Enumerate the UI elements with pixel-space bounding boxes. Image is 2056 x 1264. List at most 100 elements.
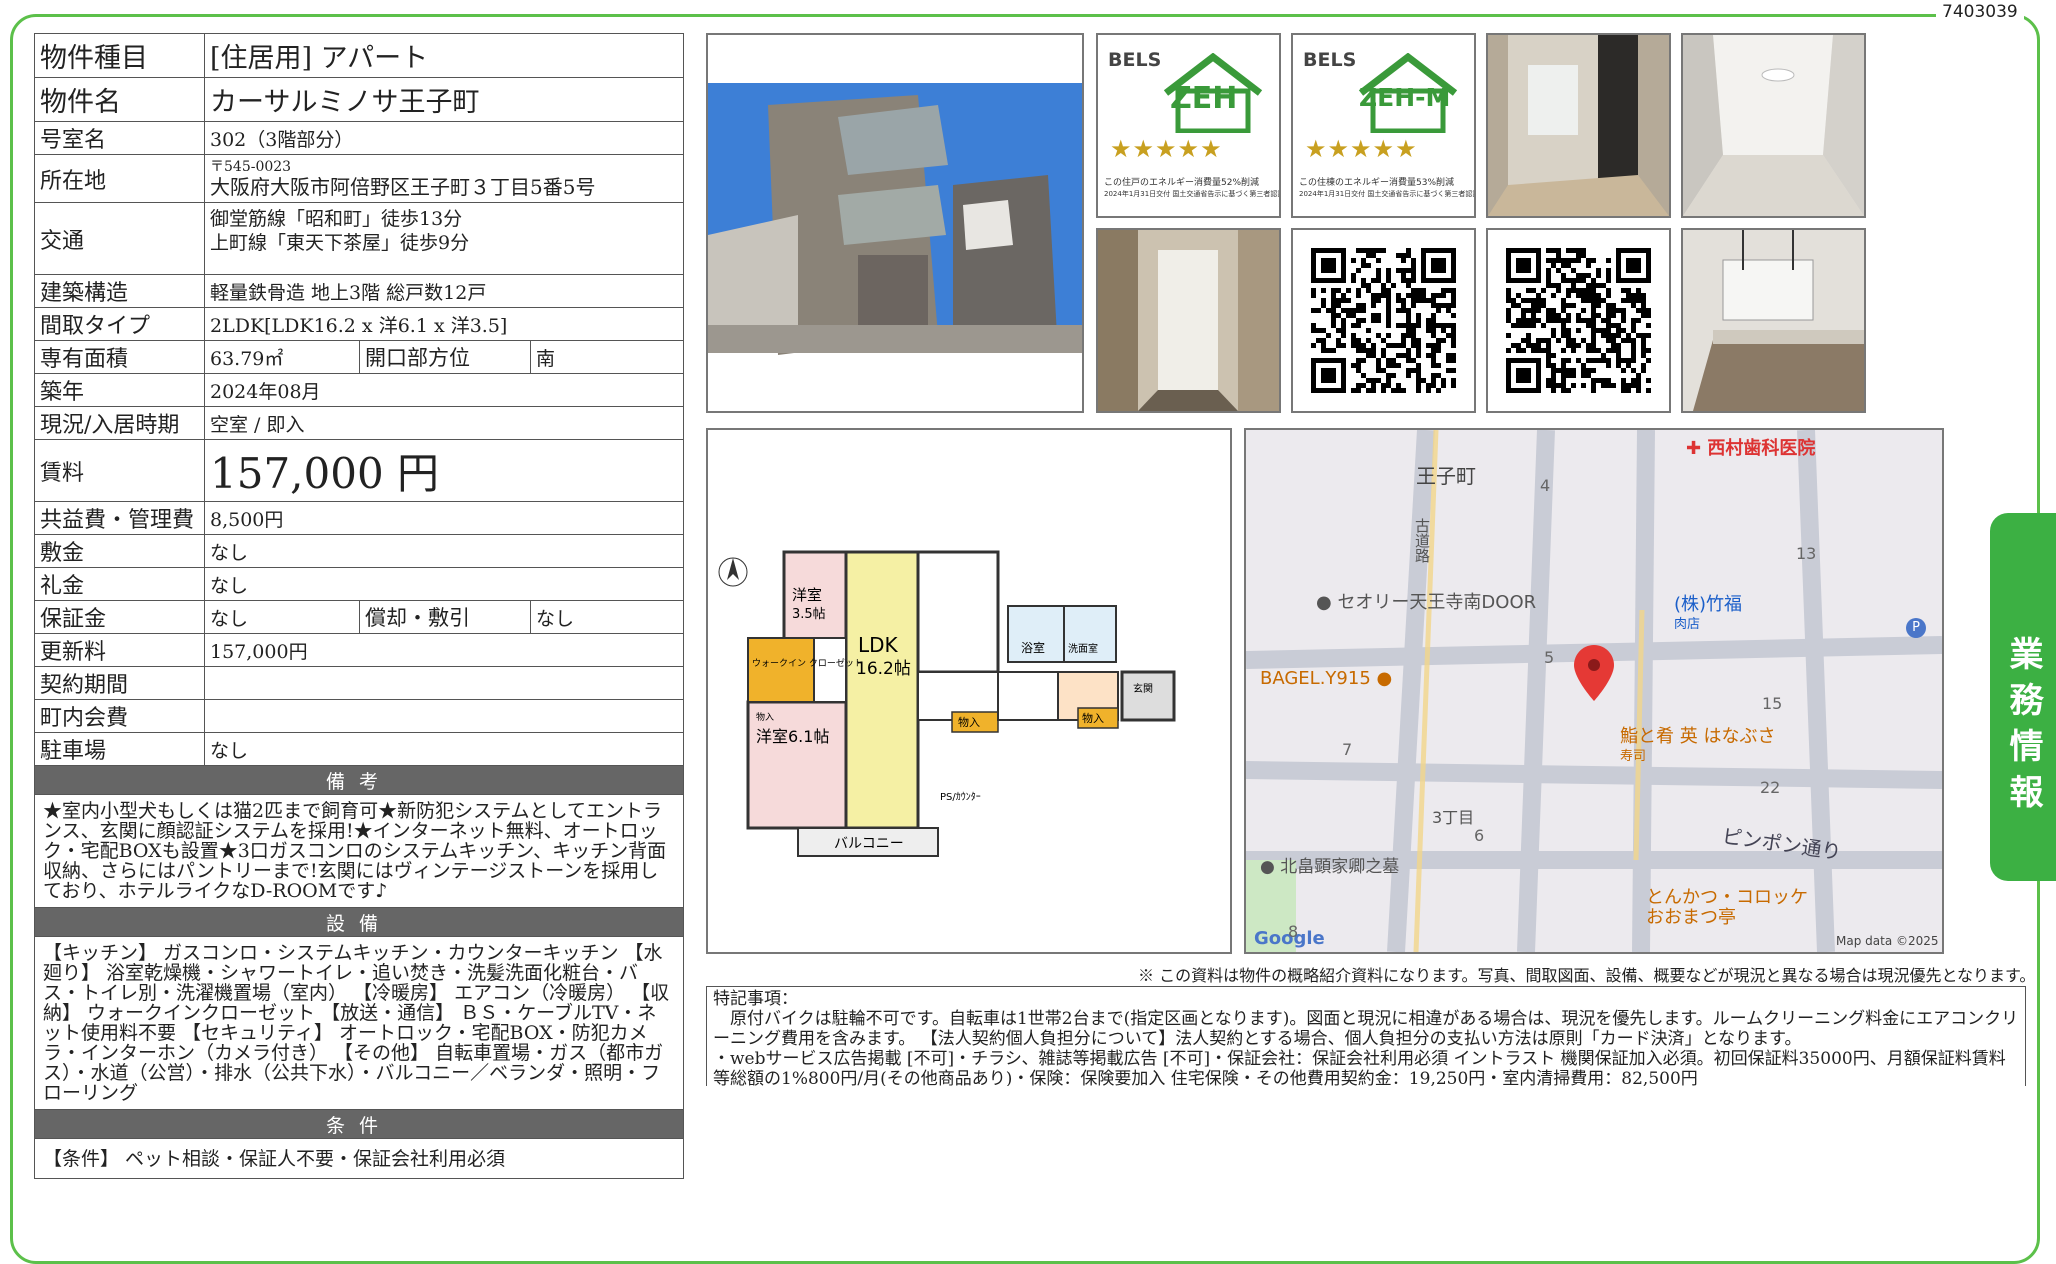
property-info-table: 物件種目 [住居用] アパート 物件名 カーサルミノサ王子町 号室名 302（3階部分…: [34, 33, 684, 1179]
map-block-number: 22: [1760, 778, 1781, 797]
map-block-number: 7: [1342, 740, 1353, 759]
value-area: 63.79㎡: [204, 340, 360, 374]
label-town-fee: 町内会費: [34, 699, 205, 733]
label-transit: 交通: [34, 202, 205, 275]
bels-zeh-m-label[interactable]: BELS ZEH-M ★★★★★ この住棟のエネルギー消費量53%削減 2024…: [1291, 33, 1476, 218]
kitchen-photo-image: [1683, 230, 1864, 411]
value-room: 302（3階部分）: [204, 121, 684, 155]
parking-icon: P: [1906, 618, 1926, 638]
special-notes: 特記事項： 原付バイクは駐輪不可です。自転車は1世帯2台まで(指定区画となります…: [706, 986, 2026, 1086]
map-data-credit: Map data ©2025: [1836, 934, 1939, 948]
equipment-text: 【キッチン】 ガスコンロ・システムキッチン・カウンターキッチン 【水廻り】 浴室…: [34, 936, 684, 1110]
label-fee: 共益費・管理費: [34, 501, 205, 535]
svg-text:洋室: 洋室: [792, 586, 822, 604]
interior-photo-room[interactable]: [1486, 33, 1671, 218]
svg-text:ウォークイン クローゼット: ウォークイン クローゼット: [752, 657, 863, 669]
svg-text:物入: 物入: [958, 715, 980, 729]
compass-icon: [718, 557, 748, 587]
value-fee: 8,500円: [204, 501, 684, 535]
map-label-takefuku: (株)竹福 肉店: [1674, 594, 1743, 633]
map-block-number: 6: [1474, 826, 1485, 845]
label-parking: 駐車場: [34, 732, 205, 766]
label-name: 物件名: [34, 77, 205, 122]
interior-photo-hallway[interactable]: [1096, 228, 1281, 413]
star-rating: ★★★★★: [1305, 135, 1418, 163]
map-label-kitajima: ● 北畠顕家卿之墓: [1260, 857, 1400, 877]
label-deposit: 敷金: [34, 534, 205, 568]
value-structure: 軽量鉄骨造 地上3階 総戸数12戸: [204, 274, 684, 308]
value-direction: 南: [530, 340, 684, 374]
label-status: 現況/入居時期: [34, 406, 205, 440]
building-exterior-photo[interactable]: [706, 33, 1084, 413]
value-parking: なし: [204, 732, 684, 766]
svg-text:バルコニー: バルコニー: [834, 836, 904, 852]
value-transit: 御堂筋線「昭和町」徒歩13分 上町線「東天下茶屋」徒歩9分: [204, 202, 684, 275]
side-tab-business-info[interactable]: 業務情報: [1990, 513, 2056, 881]
label-layout: 間取タイプ: [34, 307, 205, 341]
floor-plan[interactable]: 洋室 3.5帖 LDK 16.2帖 洋室6.1帖 ウォークイン クローゼット 浴…: [706, 428, 1232, 954]
value-status: 空室 / 即入: [204, 406, 684, 440]
notes-heading: 特記事項：: [713, 989, 798, 1009]
value-amortization: なし: [530, 600, 684, 634]
svg-text:玄関: 玄関: [1133, 682, 1153, 695]
label-contract: 契約期間: [34, 666, 205, 700]
svg-text:16.2帖: 16.2帖: [856, 659, 911, 679]
value-key-money: なし: [204, 567, 684, 601]
ceiling-photo-image: [1683, 35, 1864, 216]
qr-code-image: [1311, 248, 1456, 393]
svg-text:LDK: LDK: [858, 633, 899, 657]
label-rent: 賃料: [34, 439, 205, 502]
label-address: 所在地: [34, 154, 205, 203]
label-guarantee: 保証金: [34, 600, 205, 634]
value-built: 2024年08月: [204, 373, 684, 407]
value-rent: 157,000 円: [204, 439, 684, 502]
conditions-heading: 条件: [34, 1109, 684, 1139]
value-guarantee: なし: [204, 600, 360, 634]
conditions-text: 【条件】 ペット相談・保証人不要・保証会社利用必須: [34, 1138, 684, 1179]
bels-zeh-label[interactable]: BELS ZEH ★★★★★ この住戸のエネルギー消費量52%削減 2024年1…: [1096, 33, 1281, 218]
remarks-text: ★室内小型犬もしくは猫2匹まで飼育可★新防犯システムとしてエントランス、玄関に顔…: [34, 794, 684, 908]
equipment-heading: 設備: [34, 907, 684, 937]
map-block-number: 15: [1762, 694, 1783, 713]
qr-code-2[interactable]: [1486, 228, 1671, 413]
map-label-door: ● セオリー天王寺南DOOR: [1316, 592, 1537, 613]
interior-photo-ceiling[interactable]: [1681, 33, 1866, 218]
qr-code-1[interactable]: [1291, 228, 1476, 413]
value-contract: [204, 666, 684, 700]
map-label-tonkatsu: とんかつ・コロッケ おおまつ亭: [1646, 887, 1808, 928]
location-map[interactable]: ✚ 西村歯科医院 王子町 ● セオリー天王寺南DOOR (株)竹福 肉店 BAGE…: [1244, 428, 1944, 954]
label-key-money: 礼金: [34, 567, 205, 601]
label-direction: 開口部方位: [359, 340, 531, 374]
value-address: 〒545-0023 大阪府大阪市阿倍野区王子町３丁目5番5号: [204, 154, 684, 203]
value-deposit: なし: [204, 534, 684, 568]
label-amortization: 償却・敷引: [359, 600, 531, 634]
qr-code-image: [1506, 248, 1651, 393]
label-structure: 建築構造: [34, 274, 205, 308]
svg-text:洗面室: 洗面室: [1068, 642, 1098, 655]
label-area: 専有面積: [34, 340, 205, 374]
interior-photo-kitchen[interactable]: [1681, 228, 1866, 413]
map-block-number: 13: [1796, 544, 1817, 563]
hallway-photo-image: [1098, 230, 1279, 411]
map-label-bagel: BAGEL.Y915 ●: [1260, 668, 1393, 689]
map-label-area: 王子町: [1416, 464, 1476, 488]
notes-line-1: 原付バイクは駐輪不可です。自転車は1世帯2台まで(指定区画となります)。図面と現…: [713, 1009, 2019, 1049]
value-town-fee: [204, 699, 684, 733]
map-block-number: 5: [1544, 648, 1555, 667]
map-label-clinic: ✚ 西村歯科医院: [1686, 438, 1816, 459]
restaurant-icon: ●: [1370, 668, 1393, 689]
remarks-heading: 備考: [34, 765, 684, 795]
label-renewal: 更新料: [34, 633, 205, 667]
value-name: カーサルミノサ王子町: [204, 77, 684, 122]
label-built: 築年: [34, 373, 205, 407]
svg-text:3.5帖: 3.5帖: [792, 607, 826, 622]
map-label-sushi: 鮨と肴 英 はなぶさ 寿司: [1620, 726, 1776, 765]
map-label-road: 古道路: [1413, 518, 1431, 563]
value-type: [住居用] アパート: [204, 33, 684, 78]
svg-text:PS/ｶｳﾝﾀｰ: PS/ｶｳﾝﾀｰ: [940, 791, 981, 803]
map-label-block: 3丁目: [1432, 808, 1475, 827]
value-layout: 2LDK[LDK16.2 x 洋6.1 x 洋3.5]: [204, 307, 684, 341]
floor-plan-drawing: 洋室 3.5帖 LDK 16.2帖 洋室6.1帖 ウォークイン クローゼット 浴…: [718, 550, 1176, 857]
map-block-number: 8: [1288, 922, 1299, 941]
label-type: 物件種目: [34, 33, 205, 78]
